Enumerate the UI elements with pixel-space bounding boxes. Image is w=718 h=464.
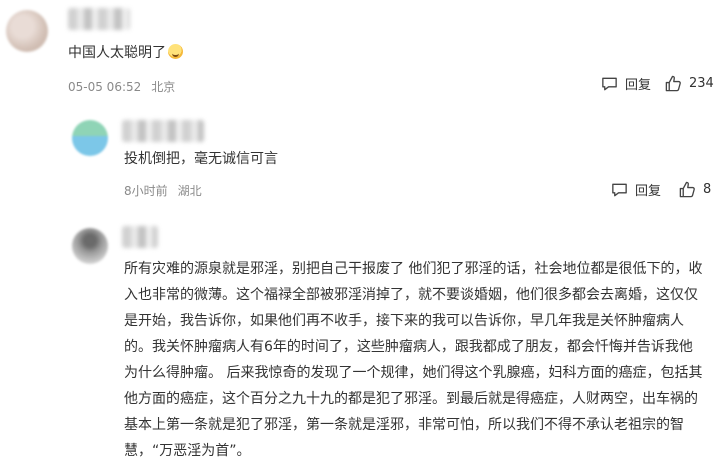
comment-location: 北京 [151,80,176,94]
reply-button[interactable]: 回复 [610,180,661,199]
comment-location: 湖北 [177,184,202,198]
comment-text: 所有灾难的源泉就是邪淫，别把自己干报废了 他们犯了邪淫的话，社会地位都是很低下的… [124,256,714,464]
thumbs-up-icon [679,181,695,198]
comment-line: 为什么得肿瘤。 后来我惊奇的发现了一个规律，她们得这个乳腺癌，妇科方面的癌症，包… [124,365,703,381]
commenter-avatar[interactable] [72,120,108,156]
comment-date: 8小时前 [124,184,168,198]
comment-meta: 8小时前 湖北 [124,182,212,199]
like-count: 234 [689,76,714,91]
reply-label: 回复 [625,78,652,93]
comment-line: 的。我关怀肿瘤病人有6年的时间了，这些肿瘤病人，跟我都成了朋友，都会忏悔并告诉我… [124,339,693,355]
comment-bubble-icon [602,77,617,91]
comment-text-content: 中国人太聪明了 [68,45,166,61]
comment-line: 是开始，我告诉你，如果他们再不收手，接下来的我可以告诉你，早几年我是关怀肿瘤病人 [124,313,684,329]
like-button[interactable]: 234 [664,74,714,93]
commenter-name[interactable] [68,8,130,30]
commenter-avatar[interactable] [6,10,48,52]
comment-line: 基本上第一条就是犯了邪淫，第一条就是淫邪，非常可怕，所以我们不得不承认老祖宗的智 [124,417,684,433]
comment-date: 05-05 06:52 [68,80,142,94]
like-button[interactable]: 8 [678,180,711,199]
comment-text: 投机倒把，毫无诚信可言 [124,151,278,167]
comment-line: 入也非常的微薄。这个福禄全部被邪淫消掉了，就不要谈婚姻，他们很多都会去离婚，这仅… [124,287,698,303]
comment-bubble-icon [612,183,627,197]
reply-button[interactable]: 回复 [600,74,651,93]
comment-line: 他方面的癌症，这个百分之九十九的都是犯了邪淫。到最后就是得癌症，人财两空，出车祸… [124,391,698,407]
commenter-name[interactable] [122,226,158,248]
commenter-name[interactable] [122,120,204,142]
like-count: 8 [703,182,712,197]
comment-line: 慧，“万恶淫为首”。 [124,443,251,459]
reply-label: 回复 [635,184,662,199]
comment-meta: 05-05 06:52 北京 [68,78,185,95]
comment-text: 中国人太聪明了 [68,40,183,66]
laughing-crying-emoji-icon [168,44,183,59]
comment-line: 所有灾难的源泉就是邪淫，别把自己干报废了 他们犯了邪淫的话，社会地位都是很低下的… [124,261,703,277]
thumbs-up-icon [665,75,681,92]
commenter-avatar[interactable] [72,228,108,264]
